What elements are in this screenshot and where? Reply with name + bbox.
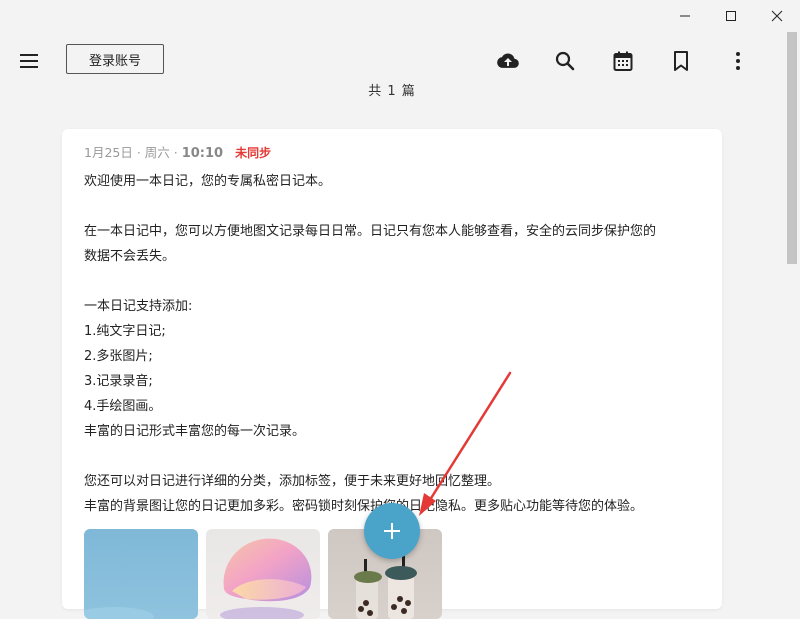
- window-controls: [662, 0, 800, 32]
- bookmark-icon: [674, 51, 688, 71]
- entry-text-line: [84, 444, 714, 469]
- entry-time: 10:10: [181, 146, 224, 161]
- image-thumbnail[interactable]: [206, 529, 320, 619]
- entry-text-line: [84, 269, 714, 294]
- search-icon: [555, 51, 575, 71]
- more-button[interactable]: [726, 49, 750, 73]
- entry-text-line: 1.纯文字日记;: [84, 324, 166, 339]
- entry-text-line: [84, 194, 714, 219]
- entry-text-line: 4.手绘图画。: [84, 399, 162, 414]
- calendar-button[interactable]: [611, 49, 635, 73]
- entry-body: 欢迎使用一本日记，您的专属私密日记本。在一本日记中，您可以方便地图文记录每日日常…: [84, 169, 714, 519]
- entry-date: 1月25日 · 周六 ·: [84, 145, 182, 160]
- scrollbar-thumb[interactable]: [787, 32, 797, 264]
- cloud-upload-icon: [497, 53, 519, 68]
- scrollbar[interactable]: [784, 32, 800, 600]
- maximize-button[interactable]: [708, 0, 754, 32]
- entry-text-line: 一本日记支持添加:: [84, 299, 193, 314]
- cloud-upload-button[interactable]: [496, 49, 520, 73]
- menu-button[interactable]: [17, 49, 41, 73]
- search-button[interactable]: [553, 49, 577, 73]
- entry-text-line: 在一本日记中，您可以方便地图文记录每日日常。日记只有您本人能够查看，安全的云同步…: [84, 224, 657, 239]
- bookmark-button[interactable]: [669, 49, 693, 73]
- sync-status-badge: 未同步: [235, 146, 272, 160]
- abstract-3d-image: [220, 538, 312, 619]
- entry-text-line: 欢迎使用一本日记，您的专属私密日记本。: [84, 174, 332, 189]
- close-button[interactable]: [754, 0, 800, 32]
- entry-count: 共 1 篇: [368, 84, 416, 99]
- image-thumbnail[interactable]: [84, 529, 198, 619]
- plus-icon: [384, 523, 400, 539]
- entry-text-line: 数据不会丢失。: [84, 249, 176, 264]
- sky-image: [84, 607, 154, 619]
- minimize-icon: [680, 15, 690, 17]
- login-button[interactable]: 登录账号: [66, 44, 164, 74]
- hamburger-menu-icon: [20, 54, 38, 68]
- entry-text-line: 丰富的日记形式丰富您的每一次记录。: [84, 424, 306, 439]
- minimize-button[interactable]: [662, 0, 708, 32]
- entry-text-line: 2.多张图片;: [84, 349, 153, 364]
- entry-text-line: 您还可以对日记进行详细的分类，添加标签，便于未来更好地回忆整理。: [84, 474, 501, 489]
- maximize-icon: [726, 11, 736, 21]
- entry-meta: 1月25日 · 周六 · 10:10 未同步: [84, 142, 271, 161]
- more-vertical-icon: [736, 52, 740, 70]
- calendar-icon: [613, 51, 633, 71]
- entry-text-line: 3.记录录音;: [84, 374, 153, 389]
- add-entry-button[interactable]: [364, 503, 420, 559]
- close-icon: [771, 10, 783, 22]
